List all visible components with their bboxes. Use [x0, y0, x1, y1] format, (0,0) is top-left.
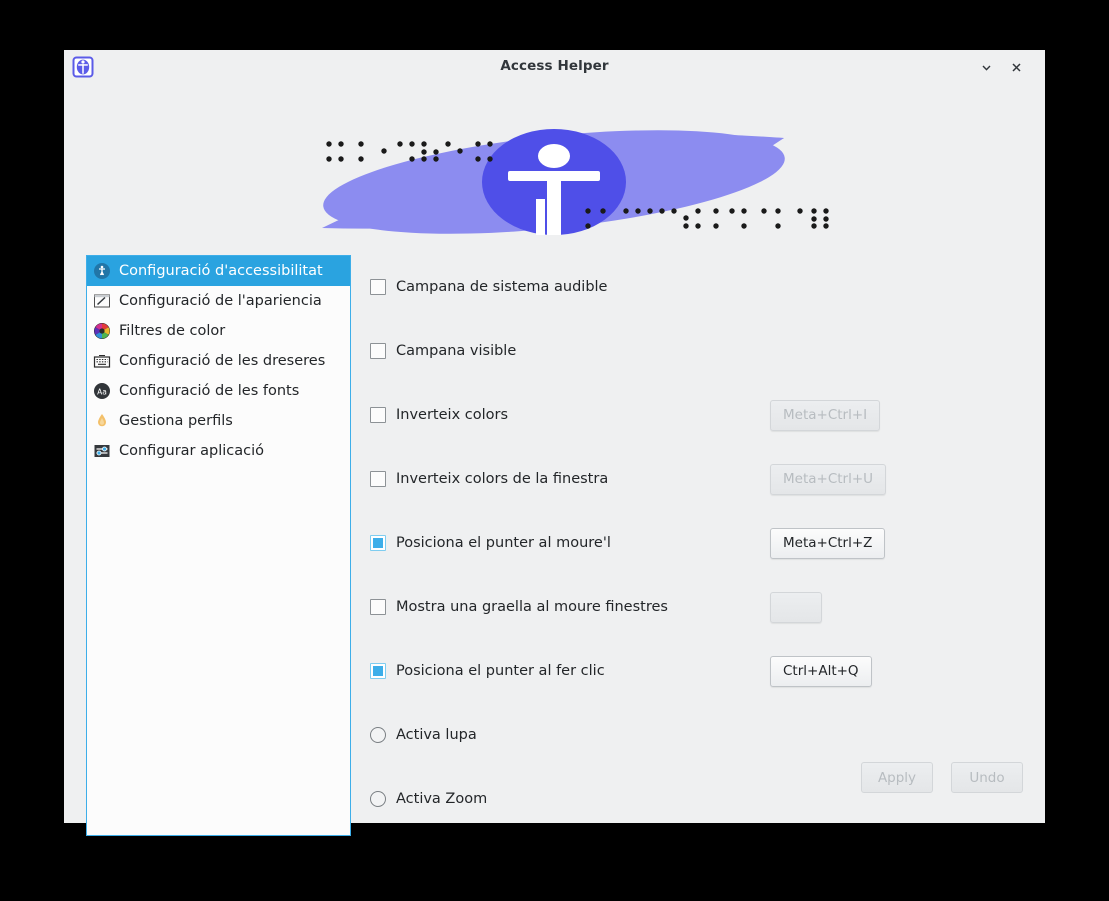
keyboard-icon	[93, 355, 111, 368]
appearance-pencil-icon	[94, 294, 110, 308]
shortcut-button-6[interactable]: Ctrl+Alt+Q	[770, 655, 872, 687]
option-label: Posiciona el punter al moure'l	[396, 535, 611, 551]
option-row-1: Campana visible	[370, 319, 1023, 383]
color-wheel-icon	[93, 322, 111, 340]
checkbox-5[interactable]	[370, 599, 386, 615]
keyboard-icon	[93, 352, 111, 370]
option-label: Mostra una graella al moure finestres	[396, 599, 668, 615]
accessibility-person-banner-icon	[322, 129, 829, 235]
sidebar-list[interactable]: Configuració d'accessibilitat Configuraci…	[86, 255, 351, 836]
checkbox-0[interactable]	[370, 279, 386, 295]
sidebar-item-6[interactable]: Configurar aplicació	[87, 436, 350, 466]
sidebar-item-label: Configuració de les fonts	[119, 383, 300, 399]
window-body: Configuració d'accessibilitat Configuraci…	[64, 236, 1045, 836]
checkbox-3[interactable]	[370, 471, 386, 487]
application-window: Access Helper Configuració d'accessibili…	[64, 50, 1045, 836]
color-wheel-icon	[94, 323, 110, 339]
sliders-icon	[93, 442, 111, 460]
option-row-0: Campana de sistema audible	[370, 255, 1023, 319]
sidebar-item-1[interactable]: Configuració de l'apariencia	[87, 286, 350, 316]
svg-text:Aa: Aa	[97, 387, 107, 396]
sidebar-item-0[interactable]: Configuració d'accessibilitat	[87, 256, 350, 286]
sliders-icon	[94, 445, 110, 457]
options-panel: Campana de sistema audible Campana visibl…	[370, 255, 1023, 823]
accessibility-icon	[93, 262, 111, 280]
checkbox-2[interactable]	[370, 407, 386, 423]
option-label: Campana visible	[396, 343, 517, 359]
accessibility-icon	[94, 263, 110, 279]
close-icon	[1011, 62, 1021, 72]
option-label: Campana de sistema audible	[396, 279, 608, 295]
option-row-5: Mostra una graella al moure finestres	[370, 575, 1023, 639]
sidebar-item-label: Configuració de les dreseres	[119, 353, 326, 369]
option-label: Inverteix colors	[396, 407, 509, 423]
sidebar-item-label: Gestiona perfils	[119, 413, 233, 429]
sidebar-item-4[interactable]: Aa Configuració de les fonts	[87, 376, 350, 406]
sidebar-item-2[interactable]: Filtres de color	[87, 316, 350, 346]
title-bar: Access Helper	[64, 50, 1045, 86]
chevron-down-icon	[981, 65, 991, 71]
option-row-3: Inverteix colors de la finestra Meta+Ctrl…	[370, 447, 1023, 511]
sidebar-item-label: Configuració de l'apariencia	[119, 293, 322, 309]
flame-droplet-icon	[93, 412, 111, 430]
option-row-6: Posiciona el punter al fer clic Ctrl+Alt+…	[370, 639, 1023, 703]
minimize-button[interactable]	[973, 54, 999, 80]
undo-button[interactable]: Undo	[951, 762, 1023, 793]
checkbox-6[interactable]	[370, 663, 386, 679]
sidebar-item-label: Filtres de color	[119, 323, 226, 339]
close-button[interactable]	[1003, 54, 1029, 80]
appearance-pencil-icon	[93, 292, 111, 310]
option-row-2: Inverteix colors Meta+Ctrl+I	[370, 383, 1023, 447]
shortcut-button-4[interactable]: Meta+Ctrl+Z	[770, 527, 886, 559]
shortcut-button-3[interactable]: Meta+Ctrl+U	[770, 463, 887, 495]
sidebar-item-label: Configurar aplicació	[119, 443, 265, 459]
option-label: Posiciona el punter al fer clic	[396, 663, 605, 679]
option-label: Activa lupa	[396, 727, 477, 743]
font-aa-icon: Aa	[93, 382, 111, 400]
checkbox-1[interactable]	[370, 343, 386, 359]
shortcut-button-2[interactable]: Meta+Ctrl+I	[770, 399, 881, 431]
checkbox-4[interactable]	[370, 535, 386, 551]
window-title: Access Helper	[500, 58, 609, 74]
option-row-4: Posiciona el punter al moure'l Meta+Ctrl+…	[370, 511, 1023, 575]
sidebar-item-5[interactable]: Gestiona perfils	[87, 406, 350, 436]
sidebar-item-label: Configuració d'accessibilitat	[119, 263, 323, 279]
radio-7[interactable]	[370, 727, 386, 743]
footer-buttons: Apply Undo	[861, 762, 1023, 793]
option-row-7: Activa lupa	[370, 703, 1023, 767]
header-banner	[64, 86, 1045, 236]
sidebar-item-3[interactable]: Configuració de les dreseres	[87, 346, 350, 376]
radio-8[interactable]	[370, 791, 386, 807]
shortcut-button-5[interactable]	[770, 591, 822, 623]
option-label: Inverteix colors de la finestra	[396, 471, 609, 487]
option-label: Activa Zoom	[396, 791, 488, 807]
flame-droplet-icon	[98, 414, 106, 427]
apply-button[interactable]: Apply	[861, 762, 933, 793]
font-aa-icon: Aa	[94, 383, 110, 399]
